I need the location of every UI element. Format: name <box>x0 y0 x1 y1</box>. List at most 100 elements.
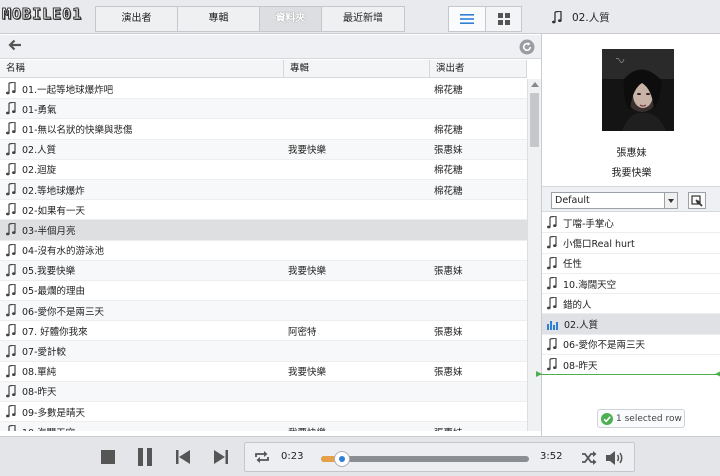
seek-area: 0:23 3:52 <box>244 442 635 472</box>
pause-button[interactable] <box>134 446 156 468</box>
player-controls: 0:23 3:52 <box>0 436 720 476</box>
seek-slider[interactable] <box>321 451 529 467</box>
table-row[interactable]: 03-半個月亮 <box>0 220 527 241</box>
track-name: 07-愛計較 <box>22 347 67 359</box>
scrollbar-thumb[interactable] <box>530 93 539 147</box>
table-row[interactable]: 02.迴旋 棉花糖 <box>0 160 527 180</box>
playlist-item[interactable]: 10.海闊天空 <box>542 274 720 295</box>
tab-artists[interactable]: 演出者 <box>96 7 178 31</box>
scroll-up-arrow-icon[interactable] <box>531 82 539 87</box>
table-row[interactable]: 06-愛你不是兩三天 <box>0 301 527 322</box>
tab-folders[interactable]: 資料夾 <box>260 7 322 31</box>
playlist-item[interactable]: 02.人質 <box>542 314 720 335</box>
track-name-cell: 01-勇氣 <box>0 102 284 116</box>
playlist-item[interactable]: 08-昨天 <box>542 355 720 376</box>
playlist-item-label: 10.海闊天空 <box>563 279 617 291</box>
stop-icon <box>101 450 115 464</box>
playlist-select[interactable]: Default <box>551 192 678 209</box>
track-name: 09-多數是晴天 <box>22 407 86 419</box>
table-row[interactable]: 07. 好體你我來 阿密特 張惠妹 <box>0 321 527 342</box>
track-name-cell: 02-如果有一天 <box>0 203 284 217</box>
repeat-button[interactable] <box>254 450 270 467</box>
now-playing-panel: 張惠妹 我要快樂 Default 丁噹-手掌心小傷口Real hurt 任性 10.… <box>536 34 720 436</box>
track-name: 10.海闊天空 <box>22 425 75 431</box>
equalizer-icon <box>547 320 558 330</box>
now-playing-artist: 張惠妹 <box>616 148 647 159</box>
volume-button[interactable] <box>605 450 625 469</box>
table-row[interactable]: 05.我要快樂 我要快樂 張惠妹 <box>0 260 527 281</box>
tab-recently-added[interactable]: 最近新增 <box>322 7 404 31</box>
column-header-name[interactable]: 名稱 <box>0 60 284 78</box>
now-playing-album: 我要快樂 <box>611 168 652 179</box>
skip-next-icon <box>214 450 228 464</box>
track-album: 我要快樂 <box>288 266 327 278</box>
seek-handle[interactable] <box>334 451 350 467</box>
playlist-item[interactable]: 任性 <box>542 254 720 274</box>
track-name-cell: 07. 好體你我來 <box>0 324 284 338</box>
chevron-down-icon[interactable] <box>664 193 677 208</box>
music-note-icon <box>547 236 557 249</box>
track-name-cell: 01.一起等地球爆炸吧 <box>0 82 284 96</box>
drop-indicator <box>536 371 720 377</box>
track-name-cell: 03-半個月亮 <box>0 223 284 237</box>
track-artist: 張惠妹 <box>430 425 527 431</box>
column-header-artist[interactable]: 演出者 <box>430 60 527 78</box>
track-name-cell: 09-多數是晴天 <box>0 405 284 419</box>
table-row[interactable]: 05-最爛的理由 <box>0 281 527 302</box>
playlist: 丁噹-手掌心小傷口Real hurt 任性 10.海闊天空錯的人 02.人質 06-愛你… <box>542 213 720 376</box>
next-button[interactable] <box>210 446 232 468</box>
table-header: 名稱 專輯 演出者 <box>0 60 527 78</box>
table-row[interactable]: 02.人質 我要快樂 張惠妹 <box>0 139 527 160</box>
music-note-icon <box>6 162 16 176</box>
table-row[interactable]: 02-如果有一天 <box>0 200 527 221</box>
table-row[interactable]: 01.一起等地球爆炸吧 棉花糖 <box>0 79 527 100</box>
column-header-album[interactable]: 專輯 <box>284 60 430 78</box>
playlist-item[interactable]: 丁噹-手掌心 <box>542 213 720 234</box>
volume-icon <box>606 451 623 465</box>
track-name-cell: 04-沒有水的游泳池 <box>0 243 284 257</box>
previous-button[interactable] <box>172 446 194 468</box>
table-row[interactable]: 01-無以名狀的快樂與悲傷 棉花糖 <box>0 119 527 140</box>
playlist-item[interactable]: 錯的人 <box>542 294 720 315</box>
table-row[interactable]: 04-沒有水的游泳池 <box>0 241 527 261</box>
album-art-image <box>602 49 674 131</box>
music-note-icon <box>547 297 557 310</box>
view-mode-toggle <box>448 6 522 32</box>
tab-albums[interactable]: 專輯 <box>178 7 260 31</box>
track-name: 01.一起等地球爆炸吧 <box>22 84 114 96</box>
music-note-icon <box>8 425 16 431</box>
track-artist: 張惠妹 <box>434 326 463 338</box>
playlist-item-label: 丁噹-手掌心 <box>563 218 614 230</box>
music-note-icon <box>547 337 557 351</box>
track-name-cell: 08-昨天 <box>0 384 284 398</box>
playlist-item-label: 小傷口Real hurt <box>563 238 635 250</box>
table-scrollbar[interactable] <box>527 79 541 431</box>
playlist-item[interactable]: 06-愛你不是兩三天 <box>542 335 720 356</box>
playlist-locate-button[interactable] <box>688 192 706 209</box>
playlist-item[interactable]: 小傷口Real hurt <box>542 233 720 254</box>
playlist-item-label: 02.人質 <box>564 320 599 332</box>
grid-view-button[interactable] <box>485 7 521 31</box>
back-button[interactable] <box>8 39 22 54</box>
refresh-button[interactable] <box>519 39 535 58</box>
locate-track-icon <box>691 194 703 207</box>
table-row[interactable]: 02.等地球爆炸 棉花糖 <box>0 179 527 201</box>
track-name: 06-愛你不是兩三天 <box>22 306 105 318</box>
table-row[interactable]: 08.單純 我要快樂 張惠妹 <box>0 362 527 382</box>
table-row[interactable]: 10.海闊天空 我要快樂張惠妹 <box>0 422 527 431</box>
track-name: 08-昨天 <box>22 387 57 399</box>
table-row[interactable]: 09-多數是晴天 <box>0 402 527 423</box>
track-name: 08.單純 <box>22 367 57 379</box>
list-view-button[interactable] <box>449 7 485 31</box>
library-tabs: 演出者 專輯 資料夾 最近新增 <box>95 6 405 32</box>
stop-button[interactable] <box>97 446 119 468</box>
table-row[interactable]: 08-昨天 <box>0 381 527 402</box>
table-row[interactable]: 01-勇氣 <box>0 99 527 120</box>
music-note-icon <box>6 243 16 256</box>
shuffle-button[interactable] <box>581 451 597 468</box>
table-row[interactable]: 07-愛計較 <box>0 341 527 362</box>
music-note-icon <box>6 102 16 115</box>
refresh-icon <box>519 39 535 55</box>
track-artist: 棉花糖 <box>434 124 463 136</box>
back-arrow-icon <box>8 39 21 51</box>
